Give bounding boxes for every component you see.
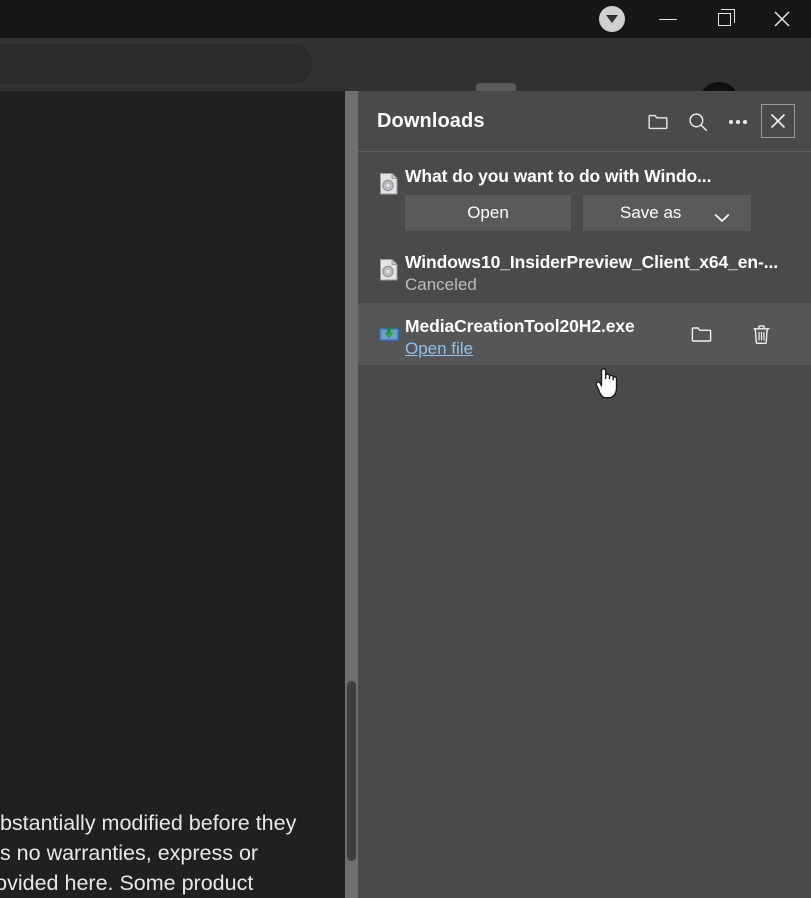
restore-icon (718, 13, 731, 26)
download-file-name: What do you want to do with Windo... (405, 166, 711, 187)
maximize-button[interactable] (701, 0, 747, 38)
browser-window: i (0, 0, 811, 898)
page-scrollbar[interactable] (345, 91, 358, 898)
browser-toolbar: i (0, 38, 811, 91)
search-downloads-button[interactable] (679, 103, 717, 141)
show-in-folder-icon (690, 323, 713, 346)
download-file-name: Windows10_InsiderPreview_Client_x64_en-.… (405, 252, 778, 273)
close-window-button[interactable] (759, 0, 805, 38)
page-paragraph: ubstantially modified before they es no … (0, 808, 345, 898)
close-icon (772, 9, 792, 29)
search-icon (687, 111, 709, 133)
save-as-label: Save as (620, 203, 681, 223)
open-downloads-folder-icon (647, 111, 669, 133)
download-file-name: MediaCreationTool20H2.exe (405, 316, 635, 337)
minimize-button[interactable] (645, 0, 691, 38)
download-arrow-circle-icon (599, 6, 625, 32)
download-indicator-button[interactable] (589, 0, 635, 38)
open-downloads-folder-button[interactable] (639, 103, 677, 141)
close-downloads-button[interactable] (761, 104, 795, 138)
iso-disc-file-icon (376, 257, 402, 283)
download-item: What do you want to do with Windo... Ope… (358, 153, 811, 239)
delete-download-icon (750, 323, 773, 346)
show-in-folder-button[interactable] (682, 315, 720, 353)
download-item[interactable]: Windows10_InsiderPreview_Client_x64_en-.… (358, 239, 811, 303)
download-prompt-buttons: Open Save as (405, 195, 751, 231)
panel-divider (358, 151, 811, 152)
more-options-icon (729, 120, 747, 124)
page-line-2: es no warranties, express or (0, 838, 345, 868)
scrollbar-thumb[interactable] (347, 681, 356, 861)
downloads-panel: Downloads (358, 91, 811, 898)
save-as-button[interactable]: Save as (583, 195, 751, 231)
downloads-more-options-button[interactable] (719, 103, 757, 141)
chevron-down-icon[interactable] (714, 208, 730, 228)
download-item[interactable]: MediaCreationTool20H2.exe Open file (358, 303, 811, 365)
page-line-3: rovided here. Some product (0, 868, 345, 898)
downloads-panel-title: Downloads (377, 110, 485, 133)
downloads-panel-header: Downloads (358, 91, 811, 153)
open-button[interactable]: Open (405, 195, 571, 231)
iso-disc-file-icon (376, 171, 402, 197)
close-icon (769, 112, 787, 130)
open-file-link[interactable]: Open file (405, 339, 473, 359)
delete-download-button[interactable] (742, 315, 780, 353)
address-bar[interactable] (0, 44, 312, 84)
exe-download-file-icon (376, 321, 402, 347)
page-line-1: ubstantially modified before they (0, 808, 345, 838)
download-status: Canceled (405, 275, 477, 295)
title-bar (0, 0, 811, 38)
minimize-icon (659, 19, 677, 20)
page-content: ubstantially modified before they es no … (0, 91, 345, 898)
